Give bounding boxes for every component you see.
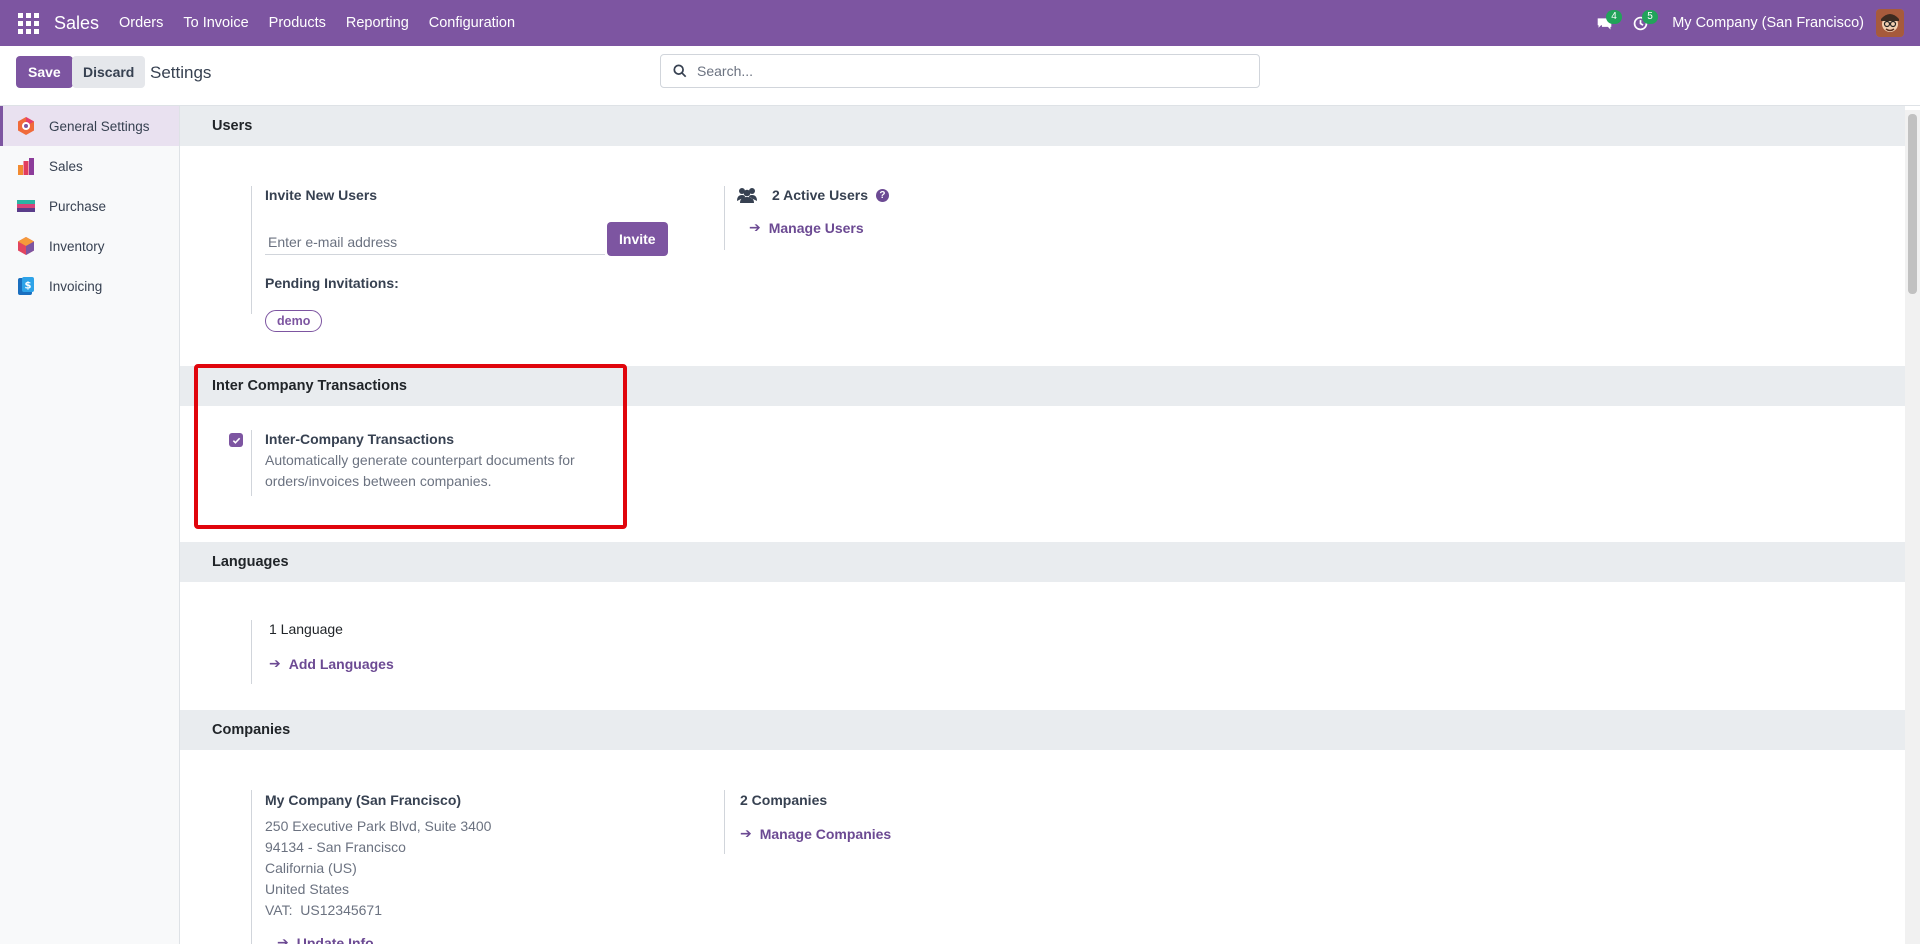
activities-badge: 5 xyxy=(1642,10,1658,24)
vertical-scrollbar[interactable] xyxy=(1905,110,1920,944)
company-address-line: California (US) xyxy=(265,860,357,876)
apps-menu-icon[interactable] xyxy=(16,11,40,35)
companies-count: 2 Companies xyxy=(740,792,828,808)
scrollbar-thumb[interactable] xyxy=(1908,114,1917,294)
company-address-line: 250 Executive Park Blvd, Suite 3400 xyxy=(265,818,492,834)
messages-badge: 4 xyxy=(1606,10,1622,24)
menu-orders[interactable]: Orders xyxy=(109,0,173,46)
sidebar-item-label: Inventory xyxy=(49,238,105,254)
divider xyxy=(251,186,252,314)
sidebar-item-purchase[interactable]: Purchase xyxy=(0,186,179,226)
control-panel: Save Discard Settings xyxy=(0,46,1920,106)
save-button[interactable]: Save xyxy=(16,56,73,88)
purchase-app-icon xyxy=(16,196,36,216)
pending-invitations-label: Pending Invitations: xyxy=(265,275,399,291)
sidebar-item-sales[interactable]: Sales xyxy=(0,146,179,186)
top-navbar: Sales Orders To Invoice Products Reporti… xyxy=(0,0,1920,46)
sidebar-item-inventory[interactable]: Inventory xyxy=(0,226,179,266)
invite-button[interactable]: Invite xyxy=(607,222,668,256)
settings-content: Users Invite New Users Invite Pending In… xyxy=(180,106,1905,944)
sidebar-item-label: Sales xyxy=(49,158,83,174)
arrow-right-icon: ➔ xyxy=(749,219,761,235)
arrow-right-icon: ➔ xyxy=(740,825,752,841)
invoicing-app-icon: $ xyxy=(16,276,36,296)
update-info-label: Update Info xyxy=(296,934,374,944)
messages-icon[interactable]: 4 xyxy=(1586,0,1622,46)
search-box xyxy=(660,54,1260,88)
arrow-right-icon: ➔ xyxy=(269,655,281,671)
section-header-languages: Languages xyxy=(180,542,1905,582)
manage-companies-link[interactable]: ➔ Manage Companies xyxy=(740,825,891,842)
company-switcher[interactable]: My Company (San Francisco) xyxy=(1672,15,1864,31)
company-vat: VAT: US12345671 xyxy=(265,902,383,918)
active-users-row: 2 Active Users ? xyxy=(736,187,889,203)
navbar-systray: 4 5 My Company (San Francisco) xyxy=(1586,0,1920,46)
svg-text:$: $ xyxy=(25,281,32,292)
menu-to-invoice[interactable]: To Invoice xyxy=(173,0,258,46)
update-info-link[interactable]: ➔ Update Info xyxy=(277,934,374,944)
pending-invitation-tag[interactable]: demo xyxy=(265,310,323,332)
help-icon[interactable]: ? xyxy=(875,188,889,202)
user-avatar[interactable] xyxy=(1876,9,1904,37)
language-count: 1 Language xyxy=(269,621,343,637)
section-header-companies: Companies xyxy=(180,710,1905,750)
inventory-app-icon xyxy=(16,236,36,256)
divider xyxy=(724,790,725,854)
arrow-right-icon: ➔ xyxy=(277,934,289,944)
section-header-users: Users xyxy=(180,106,1905,146)
email-field[interactable] xyxy=(265,230,605,255)
sidebar-item-invoicing[interactable]: $ Invoicing xyxy=(0,266,179,306)
sidebar-item-label: Purchase xyxy=(49,198,107,214)
menu-reporting[interactable]: Reporting xyxy=(336,0,419,46)
divider xyxy=(251,620,252,684)
highlight-box xyxy=(194,364,627,529)
active-users-count: 2 Active Users xyxy=(772,187,868,203)
search-icon xyxy=(673,64,687,78)
main-menu: Orders To Invoice Products Reporting Con… xyxy=(109,0,525,46)
settings-sidebar: General Settings Sales Purchase Inventor… xyxy=(0,106,180,944)
divider xyxy=(724,186,725,250)
sidebar-item-label: General Settings xyxy=(49,118,150,134)
sidebar-item-label: Invoicing xyxy=(49,278,103,294)
sales-app-icon xyxy=(16,156,36,176)
menu-products[interactable]: Products xyxy=(259,0,336,46)
menu-configuration[interactable]: Configuration xyxy=(419,0,525,46)
company-name: My Company (San Francisco) xyxy=(265,792,462,808)
discard-button[interactable]: Discard xyxy=(72,56,146,88)
sidebar-item-general-settings[interactable]: General Settings xyxy=(0,106,179,146)
activities-icon[interactable]: 5 xyxy=(1622,0,1658,46)
app-brand[interactable]: Sales xyxy=(54,13,99,34)
manage-users-label: Manage Users xyxy=(768,219,864,236)
manage-users-link[interactable]: ➔ Manage Users xyxy=(749,219,864,236)
users-icon xyxy=(737,188,757,203)
company-address-line: United States xyxy=(265,881,350,897)
general-settings-icon xyxy=(16,116,36,136)
page-title: Settings xyxy=(150,63,212,82)
company-address-line: 94134 - San Francisco xyxy=(265,839,406,855)
add-languages-label: Add Languages xyxy=(288,655,394,672)
divider xyxy=(251,790,252,944)
invite-users-title: Invite New Users xyxy=(265,187,378,203)
manage-companies-label: Manage Companies xyxy=(759,825,892,842)
add-languages-link[interactable]: ➔ Add Languages xyxy=(269,655,394,672)
search-input[interactable] xyxy=(697,63,1237,79)
